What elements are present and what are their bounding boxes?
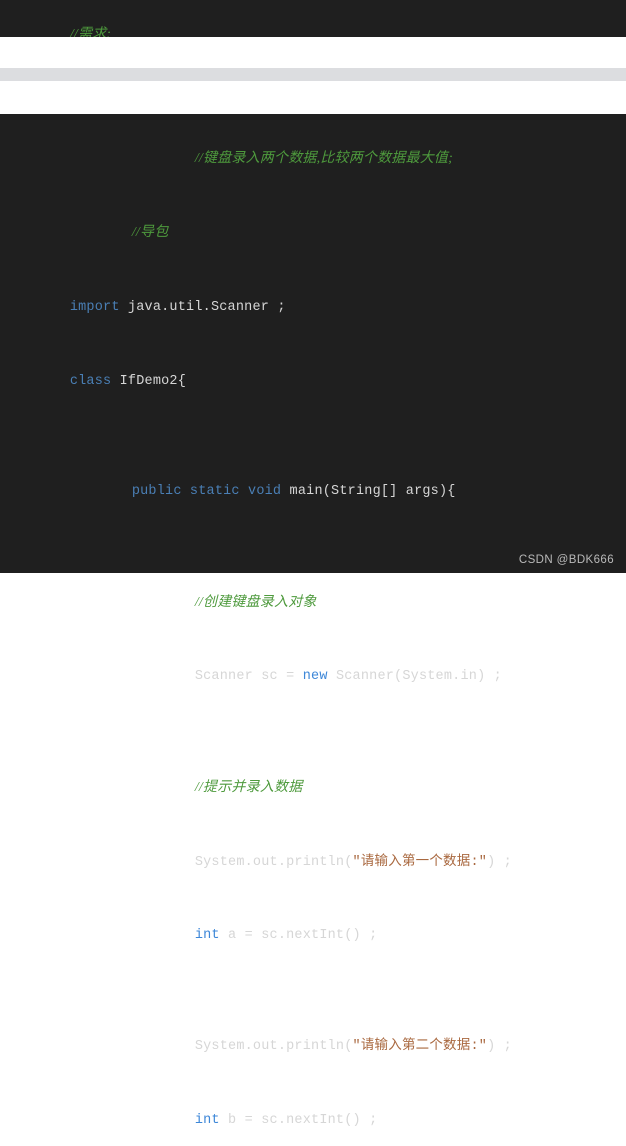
scanner-decl-suffix: Scanner(System.in) ; [327,669,502,685]
string-prompt-second: "请输入第二个数据:" [352,1038,488,1054]
code-line-println-second: System.out.println("请输入第二个数据:") ; [0,1010,626,1084]
comment-prompt-input: //提示并录入数据 [194,779,303,795]
main-signature: main(String[] args){ [281,484,456,500]
println-second-suffix: ) ; [487,1038,512,1054]
println-first-prefix: System.out.println( [194,854,353,870]
code-line-import-comment: //导包 [0,197,626,272]
keyword-int-a: int [194,928,220,944]
keyword-new: new [302,669,328,685]
comment-import-package: //导包 [131,225,169,241]
code-line-class: class IfDemo2{ [0,345,626,419]
keyword-class: class [69,373,112,389]
keyword-main-modifiers: public static void [131,484,282,500]
comment-create-scanner: //创建键盘录入对象 [194,594,317,610]
code-line-scanner-decl: Scanner sc = new Scanner(System.in) ; [0,641,626,715]
code-line-int-b: int b = sc.nextInt() ; [0,1084,626,1146]
string-prompt-first: "请输入第一个数据:" [352,854,488,870]
csdn-watermark: CSDN @BDK666 [518,554,614,566]
println-first-suffix: ) ; [487,854,512,870]
gray-divider-band [0,68,626,81]
code-line-int-a: int a = sc.nextInt() ; [0,900,626,974]
code-line-import: import java.util.Scanner ; [0,272,626,346]
main-code-block: //键盘录入两个数据,比较两个数据最大值; //导包 import java.u… [0,114,626,1128]
println-second-prefix: System.out.println( [194,1038,353,1054]
keyword-import: import [69,300,120,316]
code-line-prompt-comment: //提示并录入数据 [0,751,626,826]
class-declaration: IfDemo2{ [111,373,187,389]
int-decl-b: b = sc.nextInt() ; [219,1112,378,1128]
keyword-int-b: int [194,1112,220,1128]
code-line-main-method: public static void main(String[] args){ [0,456,626,530]
import-target: java.util.Scanner ; [119,300,286,316]
comment-keyboard-input-max: //键盘录入两个数据,比较两个数据最大值; [194,150,453,166]
code-line-println-first: System.out.println("请输入第一个数据:") ; [0,826,626,900]
int-decl-a: a = sc.nextInt() ; [219,928,378,944]
top-code-block: //需求: [0,0,626,42]
screenshot-page: //需求: //键盘录入两个数据,比较两个数据最大值; //导包 import … [0,0,626,1128]
code-line-header-comment: //键盘录入两个数据,比较两个数据最大值; [0,122,626,197]
scanner-decl-prefix: Scanner sc = [194,669,303,685]
code-line-scanner-comment: //创建键盘录入对象 [0,566,626,641]
